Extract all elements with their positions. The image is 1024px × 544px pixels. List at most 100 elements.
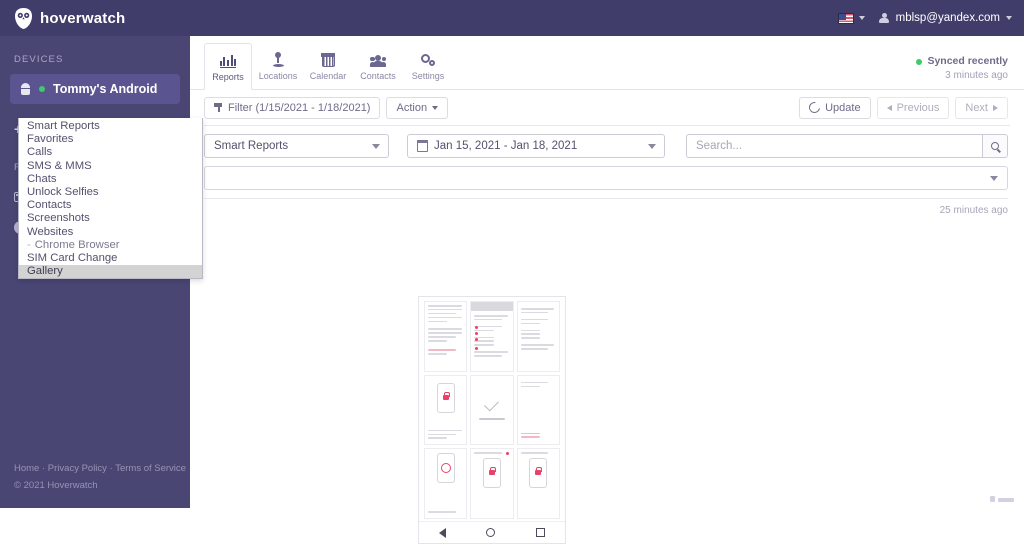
next-button[interactable]: Next: [955, 96, 1008, 119]
action-button[interactable]: Action: [386, 96, 449, 119]
android-nav-bar: [419, 521, 565, 543]
device-name: Tommy's Android: [53, 82, 158, 96]
footer-separator: ·: [109, 462, 113, 474]
secondary-select[interactable]: [204, 166, 1008, 190]
search-input[interactable]: [686, 134, 982, 158]
dropdown-item[interactable]: Smart Reports: [19, 120, 202, 133]
search-icon: [991, 142, 999, 150]
grid-cell: [470, 301, 514, 372]
search-box: [686, 134, 1008, 158]
tab-bar: Reports Locations Calendar Contacts Sett…: [190, 36, 1024, 90]
grid-cell: [516, 448, 560, 519]
report-type-select[interactable]: Smart Reports: [204, 134, 389, 158]
dropdown-item[interactable]: SIM Card Change: [19, 252, 202, 265]
main-content: Reports Locations Calendar Contacts Sett…: [190, 36, 1024, 544]
tab-locations[interactable]: Locations: [254, 42, 302, 89]
dropdown-item[interactable]: Screenshots: [19, 212, 202, 225]
phone-screenshot-thumbnail[interactable]: [418, 296, 566, 544]
account-email: mblsp@yandex.com: [895, 12, 1000, 24]
map-pin-icon: [272, 51, 285, 67]
tab-contacts[interactable]: Contacts: [354, 42, 402, 89]
chevron-left-icon: [886, 104, 892, 111]
tab-label: Calendar: [309, 70, 347, 81]
dropdown-item[interactable]: Contacts: [19, 199, 202, 212]
bar-chart-icon: [219, 52, 237, 68]
home-circle-icon[interactable]: [486, 528, 496, 537]
brand[interactable]: hoverwatch: [0, 7, 190, 29]
tab-calendar[interactable]: Calendar: [304, 42, 352, 89]
check-icon: [484, 396, 500, 412]
tab-settings[interactable]: Settings: [404, 42, 452, 89]
dropdown-item[interactable]: Chats: [19, 173, 202, 186]
report-type-value: Smart Reports: [214, 140, 289, 152]
sidebar-devices-heading: DEVICES: [14, 54, 64, 65]
back-triangle-icon[interactable]: [439, 527, 447, 538]
phone-outline-icon: [529, 458, 548, 489]
footer-link-home[interactable]: Home: [14, 463, 39, 474]
phone-outline-icon: [482, 458, 501, 489]
pagination-controls: Update Previous Next: [799, 96, 1008, 119]
filter-row: Smart Reports Jan 15, 2021 - Jan 18, 202…: [190, 126, 1024, 158]
action-toolbar: Filter (1/15/2021 - 1/18/2021) Action Up…: [190, 90, 1024, 125]
update-label: Update: [825, 101, 861, 114]
green-status-dot: [39, 86, 45, 92]
account-menu[interactable]: mblsp@yandex.com: [879, 12, 1012, 24]
filter-button[interactable]: Filter (1/15/2021 - 1/18/2021): [204, 96, 381, 119]
grid-cell: [516, 301, 560, 372]
sync-status-label: Synced recently: [927, 55, 1008, 67]
filter-label: Filter (1/15/2021 - 1/18/2021): [228, 101, 371, 114]
grid-cell: [424, 301, 468, 372]
tab-label: Locations: [258, 70, 298, 81]
corner-widget: [990, 496, 1014, 502]
grid-cell: [424, 374, 468, 446]
chevron-down-icon: [372, 144, 380, 149]
top-bar-right: mblsp@yandex.com: [837, 12, 1024, 24]
user-avatar-icon: [879, 12, 890, 24]
footer-link-privacy[interactable]: Privacy Policy: [48, 463, 107, 474]
dropdown-item[interactable]: SMS & MMS: [19, 160, 202, 173]
green-status-dot: [916, 58, 923, 65]
sidebar-footer: Home · Privacy Policy · Terms of Service…: [14, 460, 186, 494]
chevron-right-icon: [993, 104, 998, 111]
tab-reports[interactable]: Reports: [204, 43, 252, 90]
grid-cell: [470, 448, 514, 519]
people-icon: [370, 51, 386, 67]
language-selector[interactable]: [837, 12, 865, 24]
footer-link-terms[interactable]: Terms of Service: [115, 463, 186, 474]
chevron-down-icon: [990, 176, 998, 181]
dropdown-item-sub[interactable]: - Chrome Browser: [19, 239, 202, 252]
android-icon: [20, 83, 31, 95]
dropdown-item[interactable]: Calls: [19, 146, 202, 159]
recents-square-icon[interactable]: [535, 528, 545, 537]
brand-name: hoverwatch: [40, 9, 126, 27]
dropdown-item-selected[interactable]: Gallery: [19, 265, 202, 279]
sync-status: Synced recently 3 minutes ago: [916, 54, 1008, 84]
calendar-icon: [320, 51, 336, 67]
dropdown-item[interactable]: Unlock Selfies: [19, 186, 202, 199]
chevron-down-icon: [1006, 16, 1012, 20]
grid-cell: [424, 448, 468, 519]
chevron-down-icon: [858, 16, 865, 20]
calendar-icon: [416, 140, 429, 152]
sidebar-item-device[interactable]: Tommy's Android: [10, 74, 180, 104]
date-range-select[interactable]: Jan 15, 2021 - Jan 18, 2021: [407, 134, 665, 158]
grid-cell: [516, 374, 560, 446]
dropdown-item[interactable]: Websites: [19, 226, 202, 239]
phone-outline-icon: [436, 453, 455, 484]
date-range-value: Jan 15, 2021 - Jan 18, 2021: [434, 140, 578, 152]
previous-label: Previous: [896, 101, 940, 114]
update-button[interactable]: Update: [799, 96, 871, 119]
tab-label: Settings: [411, 70, 445, 81]
record-timestamp: 25 minutes ago: [939, 205, 1008, 216]
gears-icon: [420, 51, 436, 67]
previous-button[interactable]: Previous: [876, 96, 950, 119]
search-button[interactable]: [982, 134, 1008, 158]
copyright: © 2021 Hoverwatch: [14, 479, 98, 491]
report-type-dropdown-list: Smart Reports Favorites Calls SMS & MMS …: [18, 118, 203, 280]
tab-label: Reports: [212, 71, 244, 82]
next-label: Next: [965, 101, 988, 114]
dropdown-item[interactable]: Favorites: [19, 133, 202, 146]
funnel-icon: [214, 103, 223, 112]
sub-item-dash: -: [27, 238, 31, 251]
tab-label: Contacts: [360, 70, 396, 81]
